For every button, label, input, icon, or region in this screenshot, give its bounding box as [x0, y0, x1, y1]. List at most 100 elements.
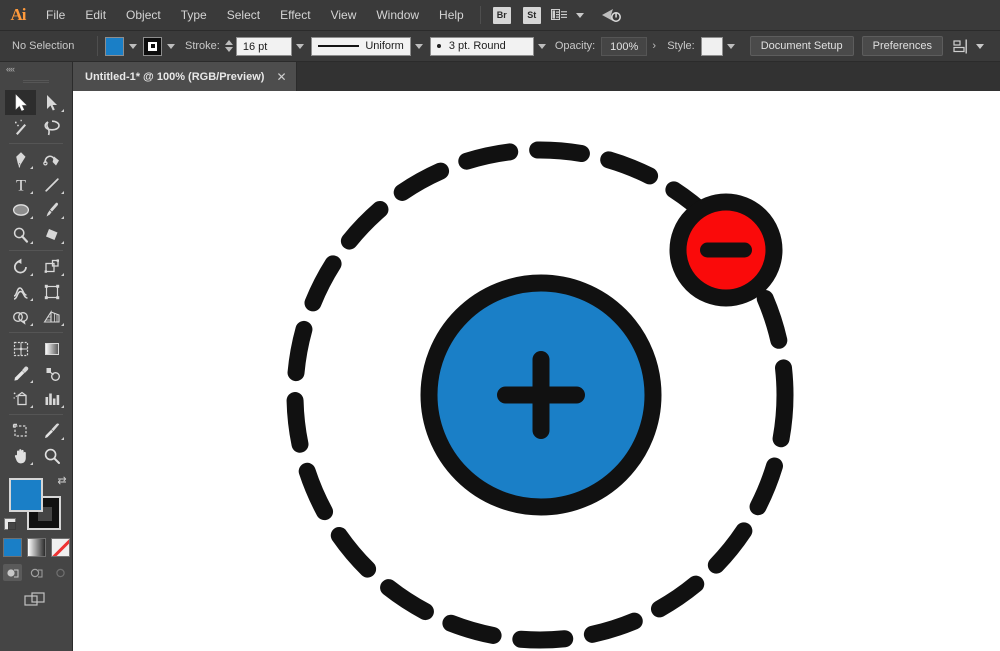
blend-tool[interactable]	[36, 361, 67, 386]
svg-text:T: T	[16, 177, 26, 194]
zoom-tool[interactable]	[36, 443, 67, 468]
artboard-tool[interactable]	[5, 418, 36, 443]
document-canvas[interactable]	[73, 91, 1000, 651]
document-tab[interactable]: Untitled-1* @ 100% (RGB/Preview) ✕	[73, 62, 297, 91]
menu-item-help[interactable]: Help	[429, 0, 474, 31]
document-tab-bar: Untitled-1* @ 100% (RGB/Preview) ✕	[73, 62, 1000, 91]
color-mode-button[interactable]	[3, 538, 22, 557]
eraser-tool[interactable]	[36, 222, 67, 247]
menu-item-object[interactable]: Object	[116, 0, 171, 31]
stroke-weight-dropdown-icon[interactable]	[294, 37, 307, 56]
menu-item-effect[interactable]: Effect	[270, 0, 320, 31]
chevron-down-icon[interactable]	[576, 13, 584, 18]
stroke-weight-label: Stroke:	[185, 40, 220, 52]
swap-fill-stroke-icon[interactable]: ⇄	[55, 474, 69, 488]
panel-drag-handle[interactable]	[0, 76, 72, 88]
menu-divider	[480, 6, 481, 24]
opacity-label: Opacity:	[555, 40, 595, 52]
column-graph-tool[interactable]	[36, 386, 67, 411]
toolbar-fill-swatch[interactable]	[9, 478, 43, 512]
magic-wand-tool[interactable]	[5, 115, 36, 140]
close-icon[interactable]: ✕	[276, 71, 286, 83]
lasso-tool[interactable]	[36, 115, 67, 140]
graphic-style-swatch[interactable]	[701, 37, 723, 56]
ellipse-tool[interactable]	[5, 197, 36, 222]
workspace-switcher-icon[interactable]	[551, 8, 584, 22]
stroke-profile-dropdown-icon[interactable]	[413, 37, 426, 56]
color-mode-row	[0, 538, 72, 557]
shape-builder-tool[interactable]	[5, 304, 36, 329]
default-fill-stroke-icon[interactable]	[4, 518, 16, 530]
align-to-selection-icon[interactable]	[953, 39, 984, 54]
stroke-color-dropdown-icon[interactable]	[164, 37, 177, 56]
tools-panel: ««	[0, 62, 73, 651]
type-tool[interactable]: T	[5, 172, 36, 197]
brush-preview-icon	[437, 44, 441, 48]
gradient-tool[interactable]	[36, 336, 67, 361]
search-help-icon[interactable]	[600, 6, 622, 24]
opacity-options-icon[interactable]: ›	[647, 37, 661, 56]
menu-item-file[interactable]: File	[36, 0, 75, 31]
stroke-weight-input[interactable]: 16 pt	[236, 37, 292, 56]
brush-definition-dropdown-icon[interactable]	[536, 37, 549, 56]
stroke-profile-select[interactable]: Uniform	[311, 37, 411, 56]
preferences-button[interactable]: Preferences	[862, 36, 943, 56]
stroke-weight-stepper[interactable]	[225, 40, 233, 52]
opacity-input[interactable]: 100%	[601, 37, 647, 56]
control-bar: No Selection Stroke: 16 pt Uniform 3 pt.…	[0, 31, 1000, 62]
width-tool[interactable]	[5, 279, 36, 304]
paintbrush-tool[interactable]	[36, 197, 67, 222]
align-dropdown-chevron-icon[interactable]	[976, 44, 984, 49]
scale-tool[interactable]	[36, 254, 67, 279]
gradient-mode-button[interactable]	[27, 538, 46, 557]
app-logo-icon: Ai	[0, 0, 36, 31]
atom-illustration[interactable]	[73, 91, 1000, 651]
minus-symbol-icon	[700, 243, 752, 258]
selection-status-label: No Selection	[6, 40, 90, 52]
plus-symbol-vertical-icon	[533, 351, 550, 439]
menu-item-edit[interactable]: Edit	[75, 0, 116, 31]
document-setup-button[interactable]: Document Setup	[750, 36, 854, 56]
style-label: Style:	[667, 40, 695, 52]
draw-behind-button[interactable]	[27, 564, 46, 581]
control-divider	[97, 36, 98, 56]
change-screen-mode-button[interactable]	[24, 591, 48, 613]
menu-item-type[interactable]: Type	[171, 0, 217, 31]
slice-tool[interactable]	[36, 418, 67, 443]
perspective-grid-tool[interactable]	[36, 304, 67, 329]
tool-grid: T	[0, 90, 72, 468]
shaper-tool[interactable]	[5, 222, 36, 247]
line-segment-tool[interactable]	[36, 172, 67, 197]
rotate-tool[interactable]	[5, 254, 36, 279]
selection-tool[interactable]	[5, 90, 36, 115]
free-transform-tool[interactable]	[36, 279, 67, 304]
tool-divider	[5, 140, 67, 147]
screen-mode-row	[0, 591, 72, 613]
draw-normal-button[interactable]	[3, 564, 22, 581]
symbol-sprayer-tool[interactable]	[5, 386, 36, 411]
eyedropper-tool[interactable]	[5, 361, 36, 386]
bridge-icon[interactable]: Br	[493, 7, 511, 24]
menu-item-window[interactable]: Window	[366, 0, 429, 31]
fill-color-swatch[interactable]	[105, 37, 124, 56]
graphic-style-dropdown-icon[interactable]	[725, 37, 738, 56]
brush-definition-select[interactable]: 3 pt. Round	[430, 37, 534, 56]
fill-color-dropdown-icon[interactable]	[126, 37, 139, 56]
stroke-color-swatch[interactable]	[143, 37, 162, 56]
draw-inside-button[interactable]	[51, 564, 70, 581]
stock-icon[interactable]: St	[523, 7, 541, 24]
curvature-tool[interactable]	[36, 147, 67, 172]
none-mode-button[interactable]	[51, 538, 70, 557]
collapse-panel-icon[interactable]: ««	[0, 62, 72, 76]
menu-item-view[interactable]: View	[321, 0, 367, 31]
stroke-profile-preview-icon	[318, 45, 359, 47]
tool-divider	[5, 411, 67, 418]
pen-tool[interactable]	[5, 147, 36, 172]
direct-selection-tool[interactable]	[36, 90, 67, 115]
hand-tool[interactable]	[5, 443, 36, 468]
fill-stroke-controls: ⇄	[0, 472, 73, 534]
tool-divider	[5, 247, 67, 254]
drawing-mode-row	[0, 564, 72, 581]
menu-item-select[interactable]: Select	[217, 0, 270, 31]
mesh-tool[interactable]	[5, 336, 36, 361]
